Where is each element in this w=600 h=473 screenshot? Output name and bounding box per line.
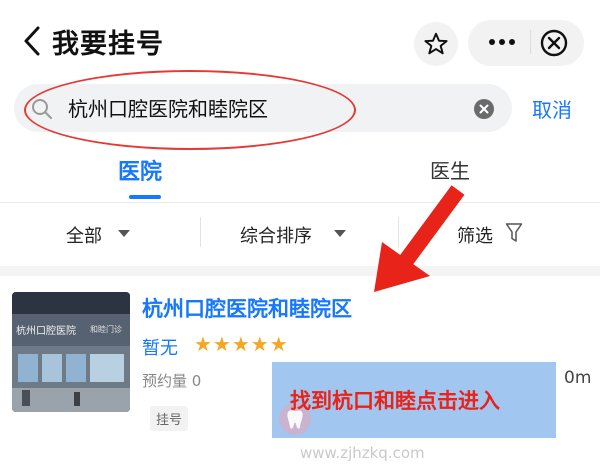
cancel-button[interactable]: 取消: [532, 94, 572, 123]
filter-divider: [200, 217, 201, 247]
register-tag[interactable]: 挂号: [150, 406, 189, 431]
back-arrow-icon[interactable]: [18, 24, 48, 58]
favorite-button[interactable]: [414, 22, 458, 66]
section-divider: [0, 266, 600, 276]
hospital-building-image: 杭州口腔医院 和睦门诊: [12, 292, 130, 412]
capsule-divider: [530, 30, 531, 54]
more-icon[interactable]: [484, 30, 520, 54]
clear-icon[interactable]: [474, 99, 494, 119]
tab-active-indicator: [129, 195, 161, 199]
annotation-text: 找到杭口和睦点击进入: [290, 389, 500, 413]
annotation-arrow-icon: [374, 185, 465, 292]
funnel-icon: [505, 223, 523, 242]
divider: [0, 202, 600, 203]
distance-text: 0m: [564, 368, 592, 388]
tab-hospital[interactable]: 医院: [118, 154, 162, 186]
annotation-circle: [24, 70, 356, 150]
chevron-down-icon: [118, 230, 130, 237]
filter-sort[interactable]: 综合排序: [240, 222, 312, 248]
appointment-count: 预约量 0: [142, 372, 202, 390]
rating-text: 暂无: [142, 338, 178, 359]
hospital-thumbnail[interactable]: 杭州口腔医院 和睦门诊: [12, 292, 130, 412]
thumb-sign-2: 和睦门诊: [90, 324, 122, 334]
watermark: www.zjhzkq.com: [300, 444, 425, 462]
star-rating: ★★★★★: [194, 332, 289, 356]
filter-all[interactable]: 全部: [66, 222, 102, 248]
thumb-sign: 杭州口腔医院: [16, 324, 76, 337]
chevron-down-icon: [334, 230, 346, 237]
hospital-name-link[interactable]: 杭州口腔医院和睦院区: [142, 293, 352, 323]
page-title: 我要挂号: [52, 29, 164, 60]
close-icon[interactable]: [538, 27, 570, 59]
star-outline-icon: [424, 32, 448, 55]
